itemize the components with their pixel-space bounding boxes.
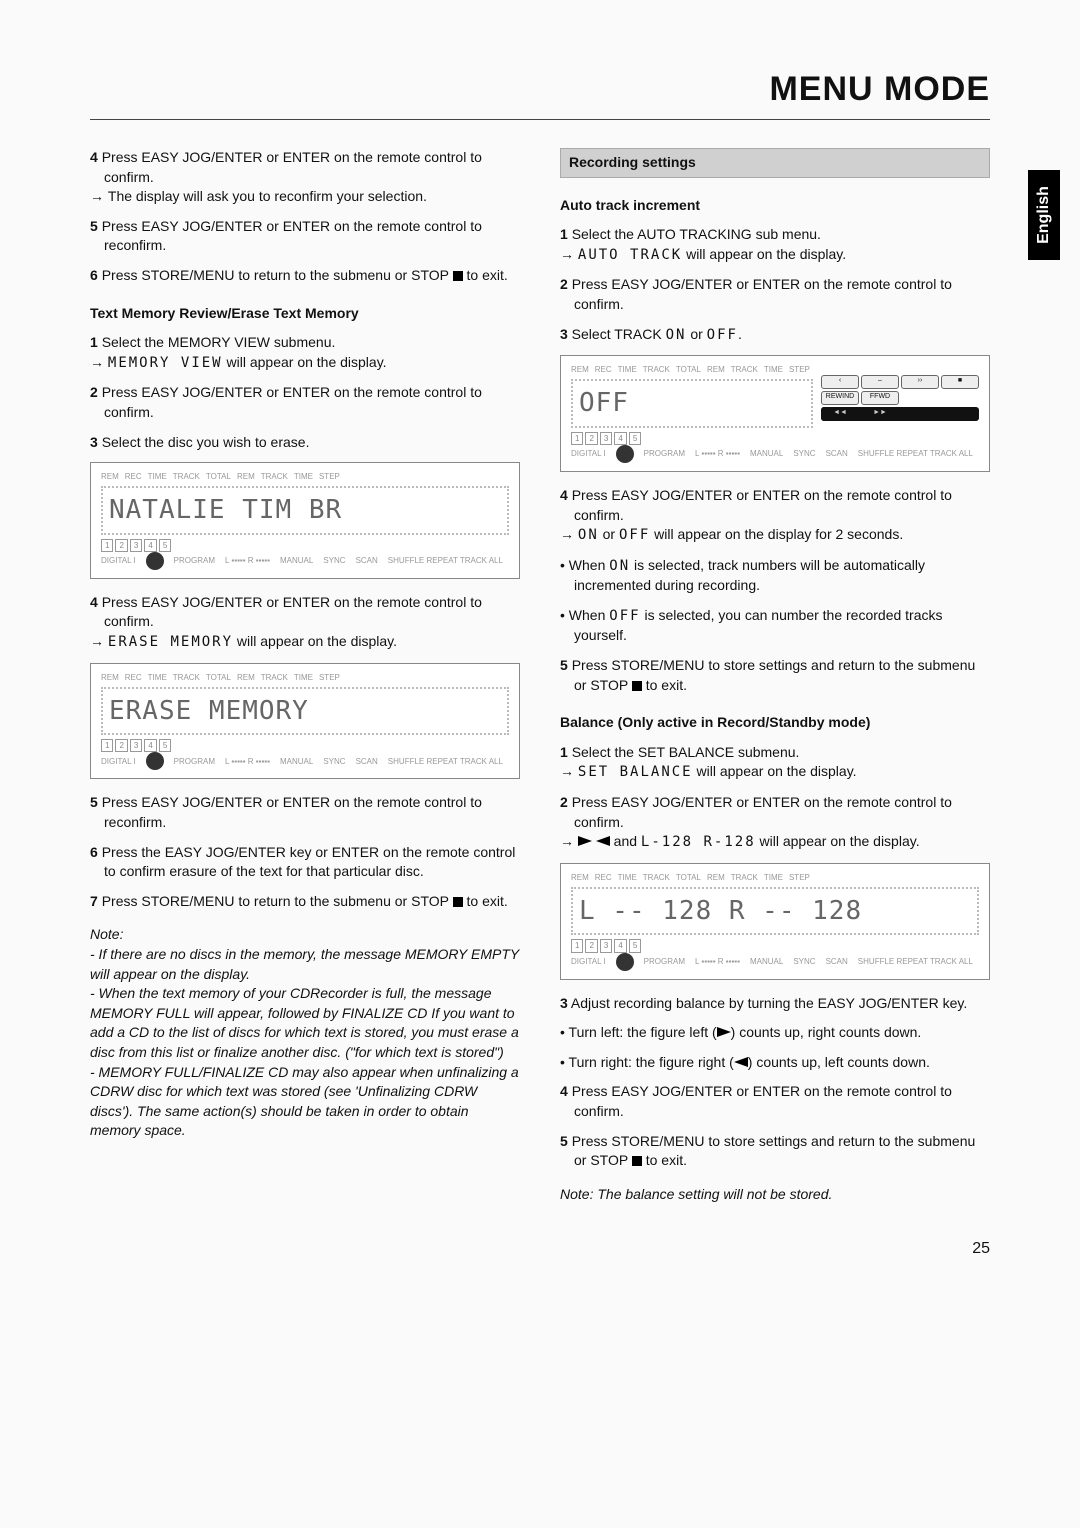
result-line: and L-128 R-128 will appear on the displ… [574,832,990,853]
note-item: - When the text memory of your CDRecorde… [90,984,520,1062]
diagram-display: NATALIE TIM BR [101,486,509,534]
result-line: ON or OFF will appear on the display for… [574,525,990,546]
stop-icon [453,897,463,907]
subheading: Text Memory Review/Erase Text Memory [90,304,520,324]
diagram-steps: 12345 [101,539,509,552]
step: 5 Press STORE/MENU to store settings and… [560,1132,990,1171]
diagram-top: REMRECTIMETRACKTOTALREMTRACKTIMESTEP [571,364,813,375]
rewind-button[interactable]: REWIND [821,391,859,405]
transport-buttons: ‹–››■ REWINDFFWD ◄◄►► [821,375,979,421]
note-label: Note: [90,925,520,945]
bullet-item: Turn left: the figure left () counts up,… [560,1023,990,1043]
step: 4 Press EASY JOG/ENTER or ENTER on the r… [560,1082,990,1121]
subheading: Balance (Only active in Record/Standby m… [560,713,990,733]
diagram-display: L -- 128 R -- 128 [571,887,979,935]
ffwd-icon-button[interactable]: ►► [861,407,899,421]
bullet-item: Turn right: the figure right () counts u… [560,1053,990,1073]
diagram-top: REMRECTIMETRACKTOTALREMTRACKTIMESTEP [101,471,509,482]
divider [90,119,990,120]
right-triangle-icon [596,836,610,846]
step: 3 Adjust recording balance by turning th… [560,994,990,1014]
diagram-top: REMRECTIMETRACKTOTALREMTRACKTIMESTEP [101,672,509,683]
step: 2 Press EASY JOG/ENTER or ENTER on the r… [560,793,990,853]
page-number: 25 [90,1240,990,1258]
step: 2 Press EASY JOG/ENTER or ENTER on the r… [560,275,990,314]
diagram-bottom: DIGITAL I PROGRAML ▪▪▪▪▪ R ▪▪▪▪▪ MANUALS… [101,552,509,570]
stop-icon [632,681,642,691]
step: 5 Press EASY JOG/ENTER or ENTER on the r… [90,793,520,832]
bullet-item: When OFF is selected, you can number the… [560,606,990,646]
step: 4 Press EASY JOG/ENTER or ENTER on the r… [560,486,990,546]
diagram-bottom: DIGITAL I PROGRAML ▪▪▪▪▪ R ▪▪▪▪▪ MANUALS… [571,445,979,463]
diagram-steps: 12345 [571,939,979,952]
dot-icon [146,752,164,770]
subheading: Auto track increment [560,196,990,216]
result-line: SET BALANCE will appear on the display. [574,762,990,783]
step: 3 Select TRACK ON or OFF. [560,325,990,346]
display-diagram: REMRECTIMETRACKTOTALREMTRACKTIMESTEP L -… [560,863,990,980]
left-triangle-icon [578,836,592,846]
step: 7 Press STORE/MENU to return to the subm… [90,892,520,912]
bullet-item: When ON is selected, track numbers will … [560,556,990,596]
section-heading: Recording settings [560,148,990,178]
display-diagram: REMRECTIMETRACKTOTALREMTRACKTIMESTEP ERA… [90,663,520,780]
display-diagram: REMRECTIMETRACKTOTALREMTRACKTIMESTEP OFF… [560,355,990,472]
page-title: MENU MODE [90,70,990,109]
stop-icon [453,271,463,281]
note-item: Note: The balance setting will not be st… [560,1185,990,1205]
dot-icon [616,445,634,463]
step: 6 Press STORE/MENU to return to the subm… [90,266,520,286]
step: 1 Select the SET BALANCE submenu. SET BA… [560,743,990,783]
diagram-display: ERASE MEMORY [101,687,509,735]
left-triangle-icon [717,1027,731,1037]
step: 4 Press EASY JOG/ENTER or ENTER on the r… [90,148,520,207]
dot-icon [616,953,634,971]
diagram-steps: 12345 [101,739,509,752]
step: 5 Press STORE/MENU to store settings and… [560,656,990,695]
step: 3 Select the disc you wish to erase. [90,433,520,453]
note-item: - MEMORY FULL/FINALIZE CD may also appea… [90,1063,520,1141]
dot-icon [146,552,164,570]
diagram-display: OFF [571,379,813,427]
right-triangle-icon [734,1057,748,1067]
note-item: - If there are no discs in the memory, t… [90,945,520,984]
step: 1 Select the AUTO TRACKING sub menu. AUT… [560,225,990,265]
result-line: The display will ask you to reconfirm yo… [104,187,520,207]
left-column: 4 Press EASY JOG/ENTER or ENTER on the r… [90,148,520,1204]
step: 6 Press the EASY JOG/ENTER key or ENTER … [90,843,520,882]
diagram-steps: 12345 [571,432,979,445]
step: 1 Select the MEMORY VIEW submenu. MEMORY… [90,333,520,373]
step: 2 Press EASY JOG/ENTER or ENTER on the r… [90,383,520,422]
result-line: MEMORY VIEW will appear on the display. [104,353,520,374]
stop-icon [632,1156,642,1166]
result-line: AUTO TRACK will appear on the display. [574,245,990,266]
right-column: Recording settings Auto track increment … [560,148,990,1204]
diagram-bottom: DIGITAL I PROGRAML ▪▪▪▪▪ R ▪▪▪▪▪ MANUALS… [101,752,509,770]
language-tab-label: English [1035,186,1053,244]
display-diagram: REMRECTIMETRACKTOTALREMTRACKTIMESTEP NAT… [90,462,520,579]
rew-icon-button[interactable]: ◄◄ [821,407,859,421]
ffwd-button[interactable]: FFWD [861,391,899,405]
step: 4 Press EASY JOG/ENTER or ENTER on the r… [90,593,520,653]
diagram-top: REMRECTIMETRACKTOTALREMTRACKTIMESTEP [571,872,979,883]
language-tab: English [1028,170,1060,260]
diagram-bottom: DIGITAL I PROGRAML ▪▪▪▪▪ R ▪▪▪▪▪ MANUALS… [571,953,979,971]
step: 5 Press EASY JOG/ENTER or ENTER on the r… [90,217,520,256]
result-line: ERASE MEMORY will appear on the display. [104,632,520,653]
